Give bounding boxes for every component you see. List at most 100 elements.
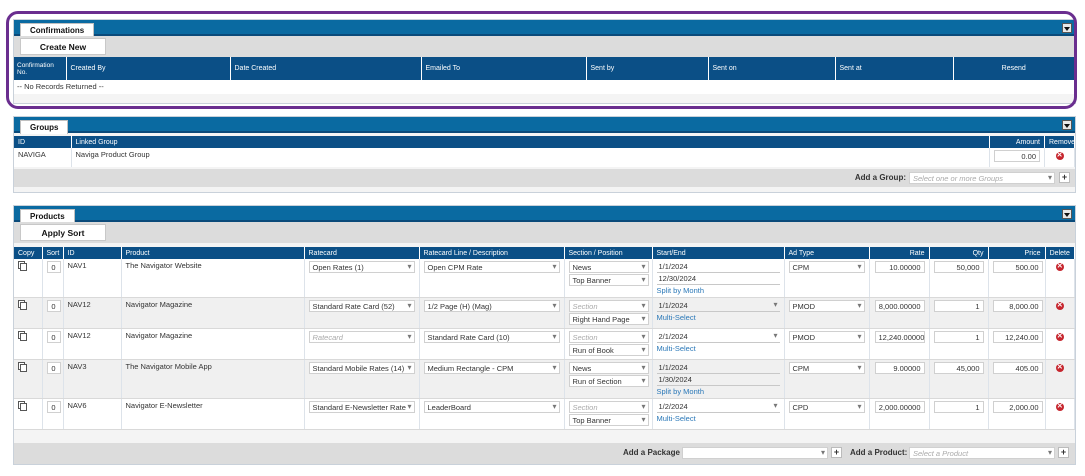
rate-input[interactable]: 8,000.00000 (874, 300, 925, 312)
sort-input[interactable]: 0 (46, 362, 61, 374)
groups-tab[interactable]: Groups (20, 120, 69, 134)
collapse-icon[interactable] (1062, 209, 1072, 219)
add-product-plus-button[interactable]: + (1058, 447, 1069, 458)
start-date-input[interactable]: 1/2/2024 (656, 401, 780, 413)
add-group-plus-button[interactable]: + (1059, 172, 1070, 183)
end-date-input[interactable]: 12/30/2024 (656, 273, 780, 285)
position-select[interactable]: Top Banner (568, 414, 649, 426)
delete-icon[interactable]: ✕ (1055, 263, 1064, 271)
price-input[interactable]: 8,000.00 (992, 300, 1043, 312)
col-delete[interactable]: Delete (1045, 247, 1075, 259)
rate-input[interactable]: 12,240.00000 (874, 331, 925, 343)
copy-icon[interactable] (20, 333, 27, 341)
ratecard-line-select[interactable]: Medium Rectangle - CPM (423, 362, 560, 374)
col-ad-type[interactable]: Ad Type (784, 247, 870, 259)
rate-input[interactable]: 2,000.00000 (874, 401, 925, 413)
apply-sort-button[interactable]: Apply Sort (20, 224, 106, 241)
col-copy[interactable]: Copy (14, 247, 43, 259)
section-select[interactable]: News (568, 362, 649, 374)
col-date-created[interactable]: Date Created (230, 57, 422, 80)
col-sort[interactable]: Sort (42, 247, 64, 259)
start-date-input[interactable]: 1/1/2024 (656, 261, 780, 273)
copy-icon[interactable] (20, 302, 27, 310)
col-created-by[interactable]: Created By (66, 57, 231, 80)
qty-input[interactable]: 50,000 (933, 261, 984, 273)
ratecard-select[interactable]: Open Rates (1) (308, 261, 415, 273)
split-by-month-link[interactable]: Split by Month (657, 286, 780, 295)
sort-input[interactable]: 0 (46, 331, 61, 343)
collapse-icon[interactable] (1062, 23, 1072, 33)
ratecard-line-select[interactable]: Standard Rate Card (10) (423, 331, 560, 343)
section-select[interactable]: Section (568, 300, 649, 312)
price-input[interactable]: 12,240.00 (992, 331, 1043, 343)
sort-input[interactable]: 0 (46, 300, 61, 312)
position-select[interactable]: Right Hand Page (568, 313, 649, 325)
col-rate[interactable]: Rate (869, 247, 930, 259)
ad-type-select[interactable]: PMOD (788, 300, 865, 312)
section-select[interactable]: News (568, 261, 649, 273)
ratecard-select[interactable]: Standard Rate Card (52) (308, 300, 415, 312)
col-confirmation-no[interactable]: Confirmation No. (14, 57, 67, 80)
multi-select-link[interactable]: Multi-Select (657, 414, 780, 423)
col-qty[interactable]: Qty (929, 247, 989, 259)
ratecard-line-select[interactable]: LeaderBoard (423, 401, 560, 413)
col-sent-at[interactable]: Sent at (835, 57, 954, 80)
add-group-select[interactable]: Select one or more Groups (909, 172, 1055, 184)
products-tab[interactable]: Products (20, 209, 75, 223)
position-select[interactable]: Run of Book (568, 344, 649, 356)
section-select[interactable]: Section (568, 331, 649, 343)
col-start-end[interactable]: Start/End (652, 247, 785, 259)
col-product[interactable]: Product (121, 247, 305, 259)
copy-icon[interactable] (20, 263, 27, 271)
start-date-input[interactable]: 2/1/2024 (656, 331, 780, 343)
col-ratecard[interactable]: Ratecard (304, 247, 420, 259)
copy-icon[interactable] (20, 364, 27, 372)
col-amount[interactable]: Amount (989, 136, 1045, 148)
ad-type-select[interactable]: CPD (788, 401, 865, 413)
qty-input[interactable]: 1 (933, 300, 984, 312)
ratecard-line-select[interactable]: 1/2 Page (H) (Mag) (423, 300, 560, 312)
remove-icon[interactable]: ✕ (1055, 152, 1064, 160)
add-package-select[interactable] (682, 447, 828, 459)
col-emailed-to[interactable]: Emailed To (421, 57, 587, 80)
position-select[interactable]: Run of Section (568, 375, 649, 387)
section-select[interactable]: Section (568, 401, 649, 413)
ad-type-select[interactable]: CPM (788, 362, 865, 374)
group-amount-input[interactable]: 0.00 (994, 150, 1040, 162)
ad-type-select[interactable]: PMOD (788, 331, 865, 343)
price-input[interactable]: 405.00 (992, 362, 1043, 374)
col-sent-by[interactable]: Sent by (586, 57, 709, 80)
qty-input[interactable]: 45,000 (933, 362, 984, 374)
col-remove[interactable]: Remove (1044, 136, 1075, 148)
col-sent-on[interactable]: Sent on (708, 57, 836, 80)
rate-input[interactable]: 10.00000 (874, 261, 925, 273)
qty-input[interactable]: 1 (933, 331, 984, 343)
price-input[interactable]: 500.00 (992, 261, 1043, 273)
add-package-plus-button[interactable]: + (831, 447, 842, 458)
multi-select-link[interactable]: Multi-Select (657, 344, 780, 353)
position-select[interactable]: Top Banner (568, 274, 649, 286)
ratecard-select[interactable]: Ratecard (308, 331, 415, 343)
col-ratecard-line[interactable]: Ratecard Line / Description (419, 247, 565, 259)
col-resend[interactable]: Resend (953, 57, 1075, 80)
rate-input[interactable]: 9.00000 (874, 362, 925, 374)
end-date-input[interactable]: 1/30/2024 (656, 374, 780, 386)
delete-icon[interactable]: ✕ (1055, 333, 1064, 341)
add-product-select[interactable]: Select a Product (909, 447, 1055, 459)
collapse-icon[interactable] (1062, 120, 1072, 130)
sort-input[interactable]: 0 (46, 261, 61, 273)
ratecard-select[interactable]: Standard E-Newsletter Rate (308, 401, 415, 413)
delete-icon[interactable]: ✕ (1055, 302, 1064, 310)
col-linked-group[interactable]: Linked Group (71, 136, 990, 148)
price-input[interactable]: 2,000.00 (992, 401, 1043, 413)
col-section-position[interactable]: Section / Position (564, 247, 653, 259)
delete-icon[interactable]: ✕ (1055, 364, 1064, 372)
ratecard-select[interactable]: Standard Mobile Rates (14) (308, 362, 415, 374)
col-id[interactable]: ID (14, 136, 72, 148)
start-date-input[interactable]: 1/1/2024 (656, 362, 780, 374)
multi-select-link[interactable]: Multi-Select (657, 313, 780, 322)
ratecard-line-select[interactable]: Open CPM Rate (423, 261, 560, 273)
confirmations-tab[interactable]: Confirmations (20, 23, 95, 37)
qty-input[interactable]: 1 (933, 401, 984, 413)
sort-input[interactable]: 0 (46, 401, 61, 413)
